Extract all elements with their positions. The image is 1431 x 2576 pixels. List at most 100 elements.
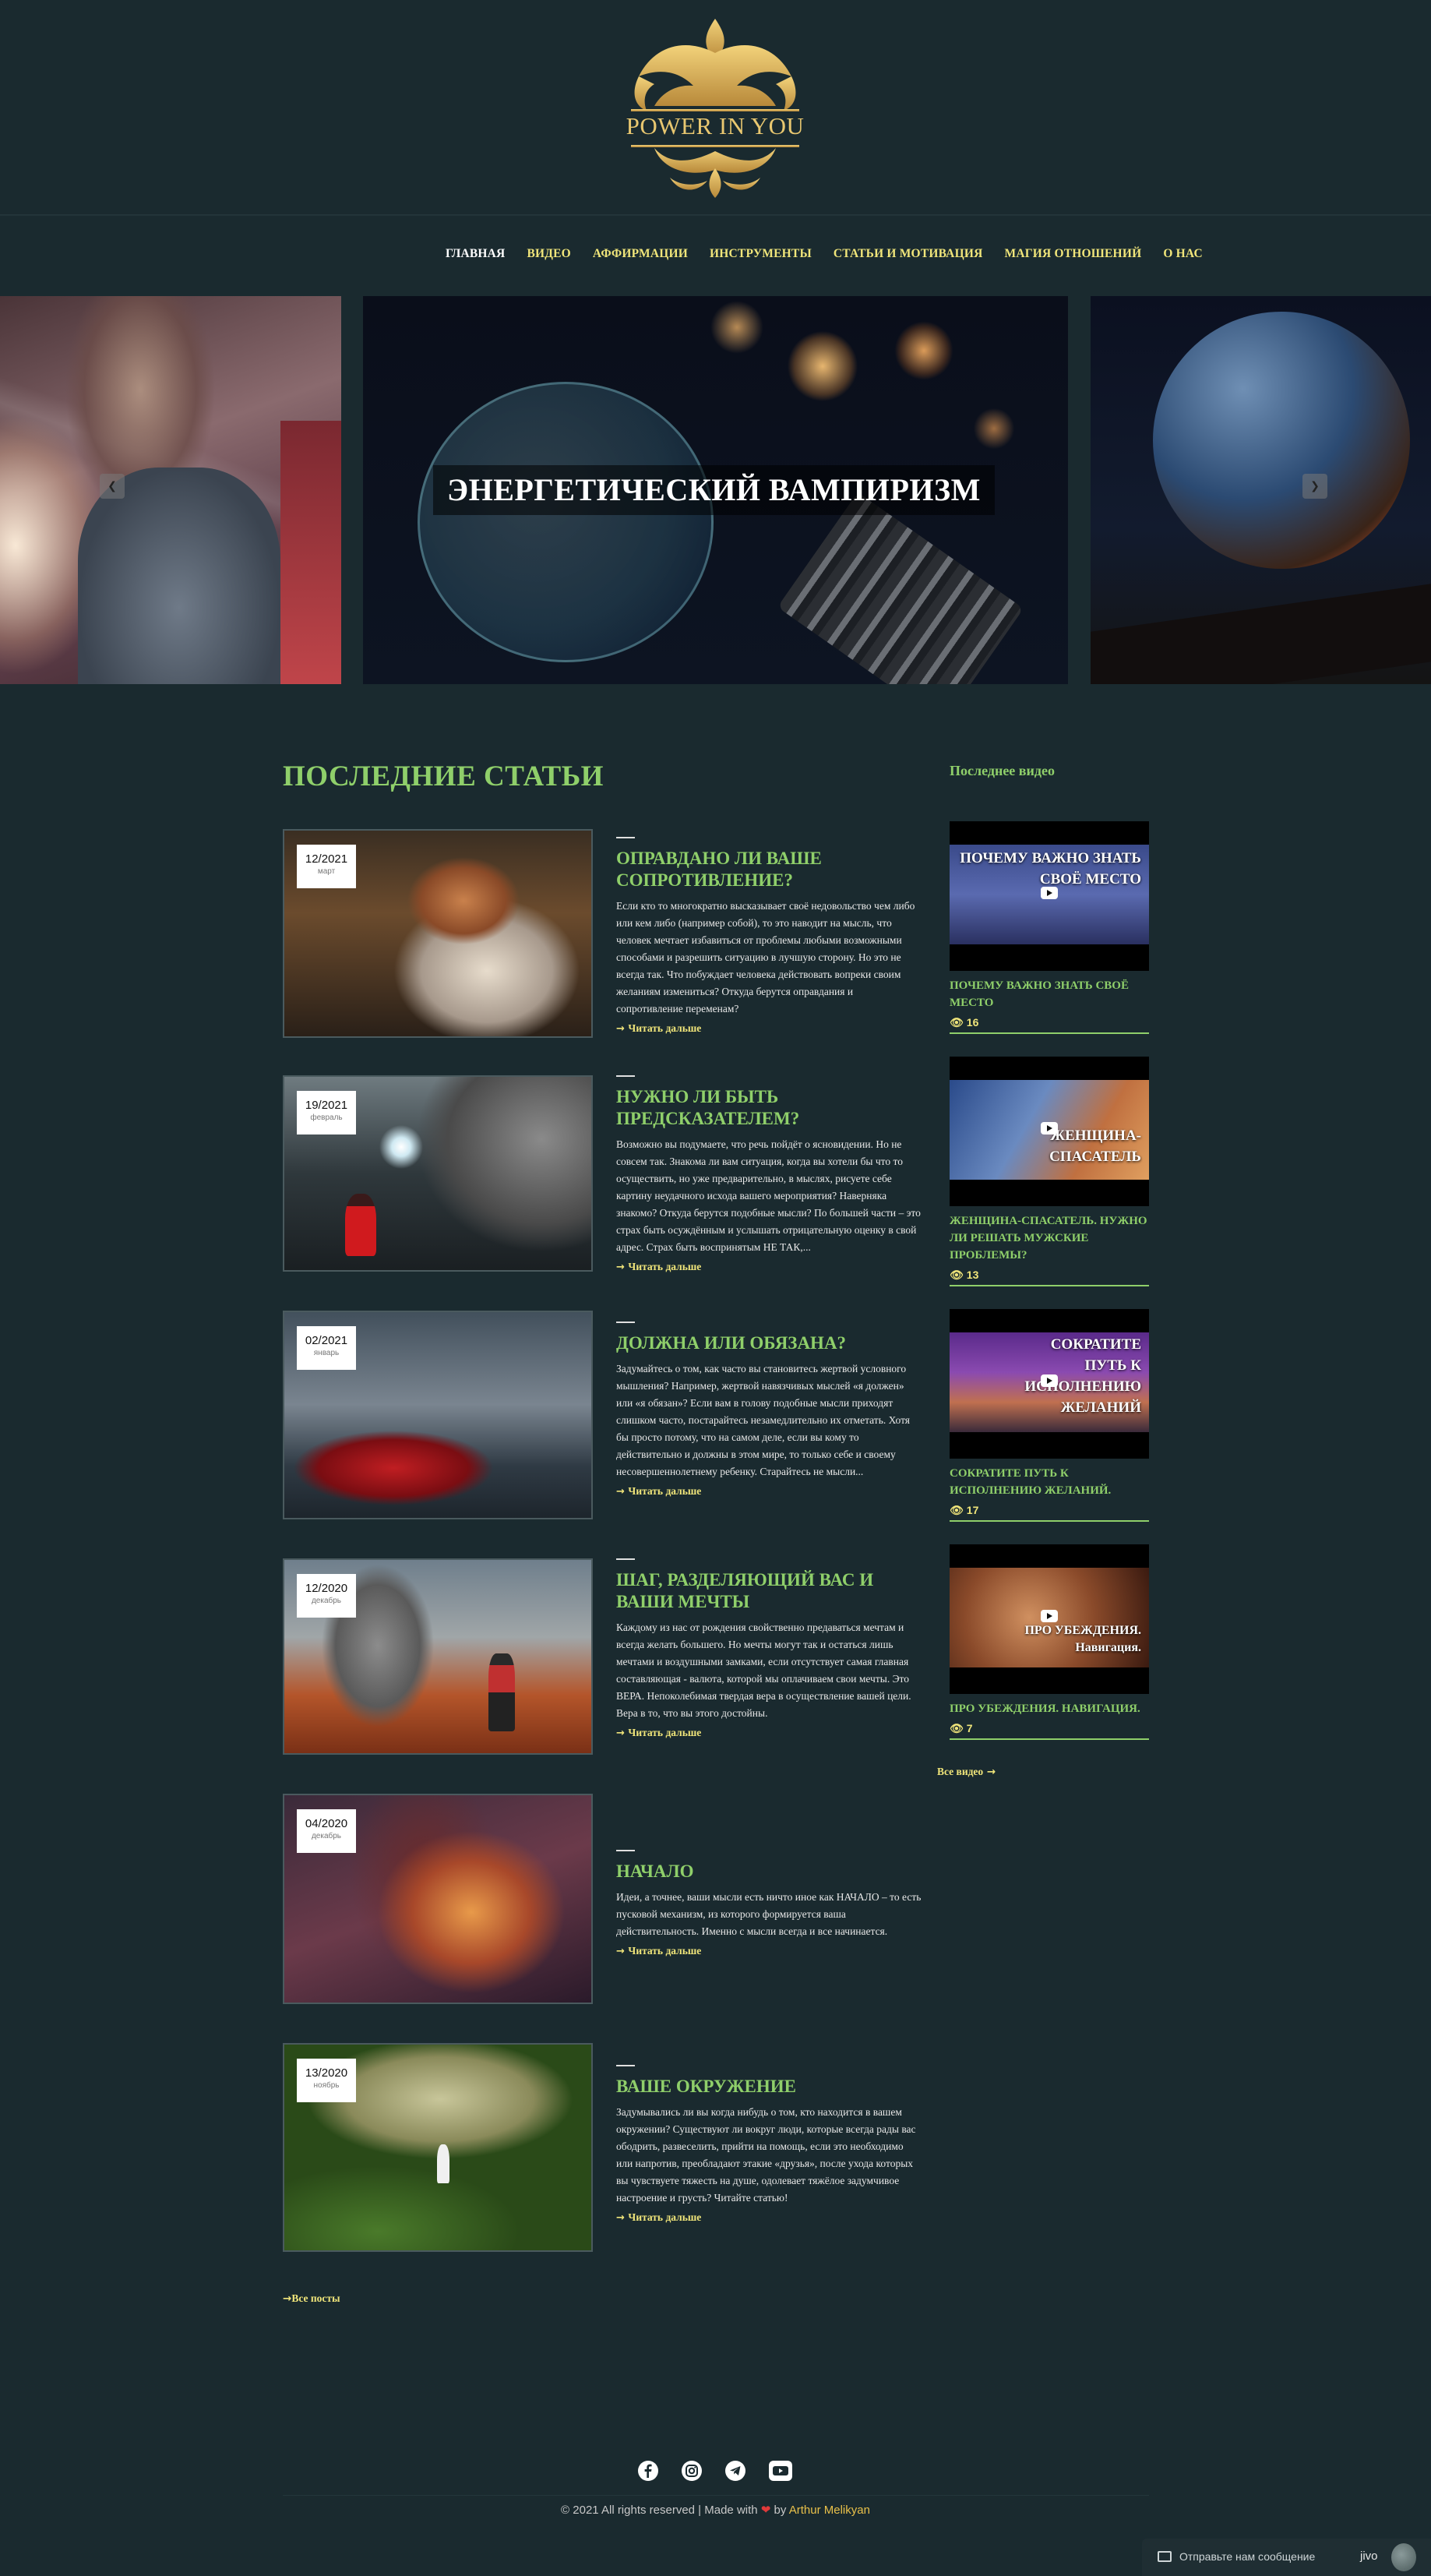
- article-title[interactable]: Нужно ли быть предсказателем?: [616, 1086, 922, 1130]
- date-badge: 12/2021 март: [297, 845, 356, 888]
- date-badge: 13/2020 ноябрь: [297, 2059, 356, 2102]
- article-image[interactable]: 04/2020 декабрь: [283, 1794, 593, 2004]
- video-title[interactable]: Про убеждения. Навигация.: [950, 1700, 1149, 1717]
- article-excerpt: Если кто то многократно высказывает своё…: [616, 900, 915, 1015]
- video-card: ПРО УБЕЖДЕНИЯ. Навигация. Про убеждения.…: [950, 1544, 1149, 1740]
- eye-icon: 👁: [950, 1269, 964, 1282]
- video-title[interactable]: Почему важно знать своё место: [950, 977, 1149, 1011]
- nav-item-home[interactable]: Главная: [446, 247, 505, 261]
- video-thumbnail[interactable]: ПОЧЕМУ ВАЖНО ЗНАТЬ СВОЁ МЕСТО: [950, 821, 1149, 971]
- chat-avatar-icon: [1391, 2543, 1416, 2571]
- eye-icon: 👁: [950, 1017, 964, 1029]
- logo-ornament-icon: [631, 19, 799, 198]
- article-image[interactable]: 02/2021 январь: [283, 1311, 593, 1519]
- telegram-icon[interactable]: [725, 2461, 745, 2481]
- read-more-link[interactable]: Читать дальше: [616, 1022, 922, 1035]
- date-month: декабрь: [311, 1832, 342, 1840]
- article-excerpt: Задумайтесь о том, как часто вы становит…: [616, 1363, 911, 1477]
- slide-caption[interactable]: Энергетический вампиризм: [433, 465, 995, 515]
- chat-widget-message[interactable]: Отправьте нам сообщение: [1179, 2550, 1315, 2563]
- video-views: 👁 17: [950, 1504, 979, 1517]
- date-month: ноябрь: [313, 2081, 340, 2090]
- date-value: 19/2021: [305, 1099, 348, 1112]
- date-month: февраль: [310, 1113, 343, 1122]
- video-card: СОКРАТИТЕ ПУТЬ К ИСПОЛНЕНИЮ ЖЕЛАНИЙ Сокр…: [950, 1309, 1149, 1522]
- logo-text: POWER IN YOU: [626, 112, 805, 139]
- video-card: ПОЧЕМУ ВАЖНО ЗНАТЬ СВОЁ МЕСТО Почему важ…: [950, 821, 1149, 1034]
- chat-widget[interactable]: Отправьте нам сообщение jivo: [1142, 2539, 1431, 2576]
- nav-item-affirmations[interactable]: Аффирмации: [593, 247, 688, 261]
- video-thumbnail[interactable]: ЖЕНЩИНА-СПАСАТЕЛЬ: [950, 1057, 1149, 1206]
- video-thumbnail[interactable]: ПРО УБЕЖДЕНИЯ. Навигация.: [950, 1544, 1149, 1694]
- nav-item-video[interactable]: Видео: [527, 247, 570, 261]
- read-more-link[interactable]: Читать дальше: [616, 1485, 922, 1498]
- date-value: 12/2020: [305, 1582, 348, 1595]
- read-more-link[interactable]: Читать дальше: [616, 1261, 922, 1273]
- youtube-icon[interactable]: [769, 2461, 792, 2481]
- article-image[interactable]: 13/2020 ноябрь: [283, 2043, 593, 2252]
- all-posts-link[interactable]: Все посты: [283, 2292, 340, 2305]
- video-views: 👁 16: [950, 1016, 979, 1029]
- date-value: 04/2020: [305, 1817, 348, 1830]
- slide-next-image[interactable]: [1091, 296, 1431, 684]
- site-logo[interactable]: POWER IN YOU: [623, 14, 807, 201]
- date-badge: 04/2020 декабрь: [297, 1809, 356, 1853]
- videos-section-title: Последнее видео: [950, 763, 1055, 778]
- article-title[interactable]: Ваше окружение: [616, 2076, 922, 2098]
- video-views: 👁 7: [950, 1722, 973, 1735]
- all-videos-link[interactable]: Все видео: [937, 1766, 996, 1778]
- eye-icon: 👁: [950, 1723, 964, 1735]
- article-excerpt: Каждому из нас от рождения свойственно п…: [616, 1621, 911, 1719]
- read-more-link[interactable]: Читать дальше: [616, 1727, 922, 1739]
- play-icon[interactable]: [1041, 1122, 1058, 1134]
- instagram-icon[interactable]: [682, 2461, 702, 2481]
- article-title[interactable]: Шаг, разделяющий вас и ваши мечты: [616, 1569, 922, 1613]
- video-title[interactable]: Женщина-спасатель. Нужно ли решать мужск…: [950, 1212, 1149, 1264]
- video-views: 👁 13: [950, 1269, 979, 1282]
- nav-item-relationships[interactable]: Магия отношений: [1004, 247, 1141, 261]
- chevron-left-icon[interactable]: ❮: [100, 474, 125, 499]
- copyright: © 2021 All rights reserved | Made with ❤…: [561, 2503, 870, 2517]
- video-thumbnail[interactable]: СОКРАТИТЕ ПУТЬ К ИСПОЛНЕНИЮ ЖЕЛАНИЙ: [950, 1309, 1149, 1459]
- date-month: март: [317, 867, 336, 876]
- play-icon[interactable]: [1041, 1374, 1058, 1387]
- article-title[interactable]: Оправдано ли ваше сопротивление?: [616, 848, 922, 891]
- nav-item-about[interactable]: О нас: [1163, 247, 1203, 261]
- date-month: декабрь: [311, 1597, 342, 1605]
- chevron-right-icon[interactable]: ❯: [1302, 474, 1327, 499]
- date-value: 12/2021: [305, 852, 348, 866]
- article-excerpt: Задумывались ли вы когда нибудь о том, к…: [616, 2106, 916, 2204]
- article-excerpt: Идеи, а точнее, ваши мысли есть ничто ин…: [616, 1891, 922, 1937]
- video-thumb-text: ПОЧЕМУ ВАЖНО ЗНАТЬ СВОЁ МЕСТО: [960, 850, 1141, 887]
- chat-widget-brand: jivo: [1360, 2550, 1378, 2563]
- facebook-icon[interactable]: [638, 2461, 658, 2481]
- site-header: POWER IN YOU: [0, 0, 1431, 215]
- article-image[interactable]: 12/2021 март: [283, 829, 593, 1038]
- video-thumb-text: ПРО УБЕЖДЕНИЯ. Навигация.: [1024, 1624, 1141, 1654]
- article-title[interactable]: Должна или обязана?: [616, 1332, 922, 1354]
- date-badge: 12/2020 декабрь: [297, 1574, 356, 1618]
- slide-prev-image[interactable]: [0, 296, 341, 684]
- date-badge: 19/2021 февраль: [297, 1091, 356, 1134]
- article-excerpt: Возможно вы подумаете, что речь пойдёт о…: [616, 1138, 921, 1253]
- play-icon[interactable]: [1041, 1610, 1058, 1622]
- video-card: ЖЕНЩИНА-СПАСАТЕЛЬ Женщина-спасатель. Нуж…: [950, 1057, 1149, 1286]
- date-badge: 02/2021 январь: [297, 1326, 356, 1370]
- date-month: январь: [313, 1349, 340, 1357]
- main-nav: Главная Видео Аффирмации Инструменты Ста…: [0, 215, 1431, 293]
- read-more-link[interactable]: Читать дальше: [616, 1945, 922, 1957]
- nav-item-articles[interactable]: Статьи и мотивация: [834, 247, 983, 261]
- articles-section-title: ПОСЛЕДНИЕ СТАТЬИ: [283, 760, 604, 792]
- heart-icon: ❤: [760, 2503, 771, 2517]
- author-link[interactable]: Arthur Melikyan: [789, 2504, 870, 2517]
- date-value: 13/2020: [305, 2066, 348, 2080]
- article-title[interactable]: Начало: [616, 1861, 922, 1883]
- nav-item-tools[interactable]: Инструменты: [710, 247, 812, 261]
- video-title[interactable]: Сократите путь к исполнению желаний.: [950, 1465, 1149, 1499]
- play-icon[interactable]: [1041, 887, 1058, 899]
- mail-icon: [1158, 2551, 1172, 2562]
- eye-icon: 👁: [950, 1505, 964, 1517]
- article-image[interactable]: 19/2021 февраль: [283, 1075, 593, 1272]
- article-image[interactable]: 12/2020 декабрь: [283, 1558, 593, 1755]
- read-more-link[interactable]: Читать дальше: [616, 2211, 922, 2224]
